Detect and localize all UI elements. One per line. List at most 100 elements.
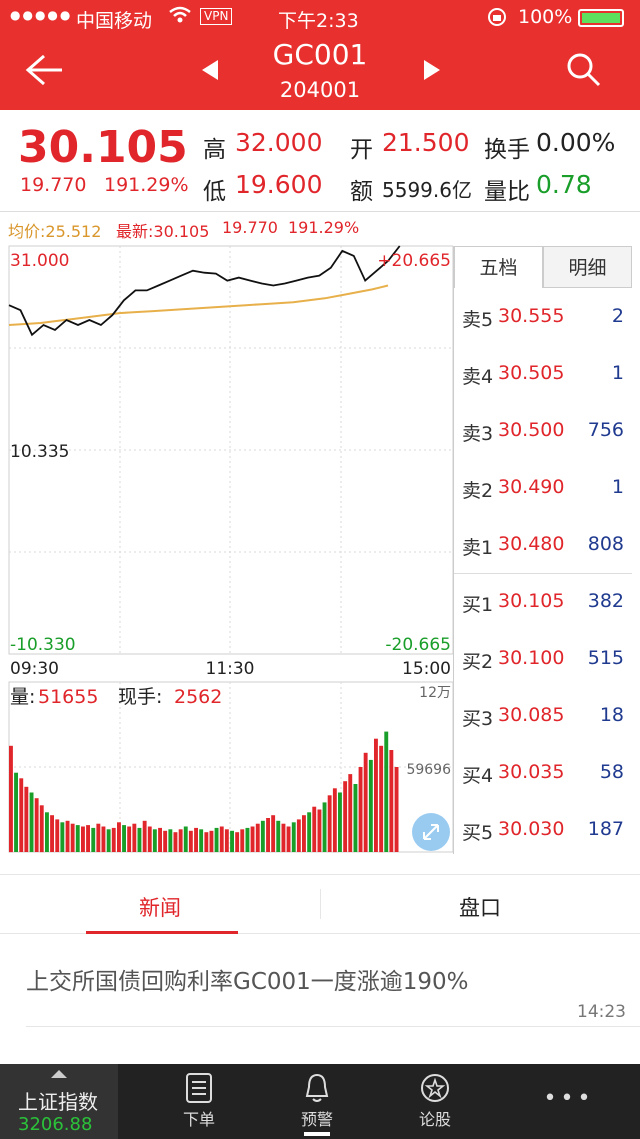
tab-detail[interactable]: 明细 xyxy=(543,246,632,288)
volume-bar xyxy=(127,826,132,852)
vol-value: 51655 xyxy=(38,686,98,708)
volume-bar xyxy=(209,830,214,853)
order-book-row[interactable]: 卖1 30.480 808 xyxy=(454,516,632,573)
news-list: 上交所国债回购利率GC001一度涨逾190% 14:23 xyxy=(0,934,640,1064)
vpn-badge: VPN xyxy=(200,8,233,25)
stock-subcode: 204001 xyxy=(279,78,361,102)
volume-bar xyxy=(250,826,255,852)
order-book-row[interactable]: 买5 30.030 187 xyxy=(454,801,632,858)
volume-bar xyxy=(224,829,229,852)
volratio-value: 0.78 xyxy=(536,170,592,199)
nav-alert-label: 预警 xyxy=(300,1110,333,1129)
wifi-icon xyxy=(168,5,192,30)
order-book-row[interactable]: 卖4 30.505 1 xyxy=(454,345,632,402)
nav-forum[interactable]: 论股 xyxy=(376,1064,494,1139)
order-level-label: 买5 xyxy=(462,822,494,844)
volume-bar xyxy=(34,798,39,852)
expand-chart-button[interactable] xyxy=(412,813,450,851)
time-mid-label: 11:30 xyxy=(206,659,255,679)
amount-value: 5599.6亿 xyxy=(382,178,472,202)
latest-price-label: 最新:30.105 xyxy=(116,222,210,241)
status-time: 下午2:33 xyxy=(278,10,359,32)
order-volume: 58 xyxy=(599,761,624,783)
volume-bar xyxy=(353,784,358,852)
volume-bar xyxy=(394,767,399,852)
volume-bar xyxy=(142,820,147,852)
secondary-tabs: 新闻 盘口 xyxy=(0,874,640,934)
volume-bar xyxy=(81,826,85,852)
order-level-label: 买3 xyxy=(462,708,494,730)
volume-bar xyxy=(122,825,126,852)
vol-mid-label: 59696 xyxy=(406,762,451,778)
order-book-row[interactable]: 买3 30.085 18 xyxy=(454,687,632,744)
order-book: 五档 明细 卖5 30.555 2 卖4 30.505 1 卖3 30.500 756 卖2 30.… xyxy=(453,246,632,854)
order-book-row[interactable]: 买2 30.100 515 xyxy=(454,630,632,687)
volume-bar xyxy=(55,819,60,852)
volume-bar xyxy=(39,805,44,853)
index-ticker[interactable]: 上证指数 3206.88 xyxy=(0,1064,118,1139)
caret-up-icon xyxy=(51,1070,67,1078)
volume-bar xyxy=(29,792,34,852)
y-bottom-left-label: -10.330 xyxy=(10,635,76,655)
info-change: 19.770 xyxy=(222,218,278,237)
news-item[interactable]: 上交所国债回购利率GC001一度涨逾190% 14:23 xyxy=(0,934,640,1026)
next-stock-icon[interactable] xyxy=(422,58,442,86)
tab-order-book[interactable]: 盘口 xyxy=(320,892,640,922)
turnover-label: 换手 xyxy=(484,137,530,163)
tab-five-levels[interactable]: 五档 xyxy=(454,246,543,288)
volume-bar xyxy=(348,774,353,852)
volume-bar xyxy=(45,812,49,852)
volume-bar xyxy=(317,809,322,852)
y-mid-label: 10.335 xyxy=(10,442,69,462)
volume-bar xyxy=(199,829,204,852)
nav-order[interactable]: 下单 xyxy=(140,1064,258,1139)
volratio-label: 量比 xyxy=(484,179,530,205)
rotation-lock-icon xyxy=(486,6,508,33)
volume-bar xyxy=(96,823,101,852)
volume-bar xyxy=(368,759,373,852)
volume-bar xyxy=(50,815,54,852)
bottom-tab-bar: 上证指数 3206.88 下单 预警 论股 ••• xyxy=(0,1064,640,1139)
order-book-row[interactable]: 卖3 30.500 756 xyxy=(454,402,632,459)
low-label: 低 xyxy=(203,179,226,205)
order-level-label: 卖2 xyxy=(462,480,494,502)
volume-bar xyxy=(389,750,394,852)
volume-bar xyxy=(14,772,18,852)
news-title: 上交所国债回购利率GC001一度涨逾190% xyxy=(26,969,469,995)
order-volume: 515 xyxy=(587,647,624,669)
avg-price-label: 均价:25.512 xyxy=(8,222,102,241)
search-icon[interactable] xyxy=(566,52,602,92)
nav-more[interactable]: ••• xyxy=(510,1064,628,1139)
order-volume: 1 xyxy=(611,362,624,384)
order-price: 30.500 xyxy=(498,419,565,441)
volume-bar xyxy=(358,767,363,852)
y-bottom-right-label: -20.665 xyxy=(385,635,451,655)
volume-bar xyxy=(111,827,116,852)
volume-bar xyxy=(194,827,198,852)
volume-bar xyxy=(245,827,250,852)
price-grid xyxy=(9,246,453,654)
battery-icon xyxy=(578,9,624,27)
order-level-label: 卖1 xyxy=(462,537,494,559)
stock-code: GC001 xyxy=(272,38,368,71)
volume-bar xyxy=(240,829,245,852)
amount-label: 额 xyxy=(350,179,373,205)
hand-value: 2562 xyxy=(174,686,222,708)
volume-bar xyxy=(379,745,384,853)
volume-bar xyxy=(235,832,240,852)
signal-icon: ●●●●● xyxy=(10,8,73,22)
order-book-row[interactable]: 买1 30.105 382 xyxy=(454,573,632,630)
tab-news[interactable]: 新闻 xyxy=(0,892,320,922)
order-book-row[interactable]: 卖2 30.490 1 xyxy=(454,459,632,516)
avg-price-line xyxy=(8,284,389,326)
volume-bar xyxy=(296,819,301,852)
intraday-chart[interactable]: 31.000 +20.665 10.335 -10.330 -20.665 09… xyxy=(8,242,454,854)
order-book-row[interactable]: 卖5 30.555 2 xyxy=(454,288,632,345)
volume-bar xyxy=(183,826,188,852)
order-book-row[interactable]: 买4 30.035 58 xyxy=(454,744,632,801)
volume-bar xyxy=(173,832,178,852)
volume-bar xyxy=(91,827,96,852)
chart-info-line: 均价:25.512 最新:30.105 19.770 191.29% xyxy=(0,212,640,242)
chart-svg: 31.000 +20.665 10.335 -10.330 -20.665 09… xyxy=(8,245,454,853)
nav-alert[interactable]: 预警 xyxy=(258,1064,376,1139)
